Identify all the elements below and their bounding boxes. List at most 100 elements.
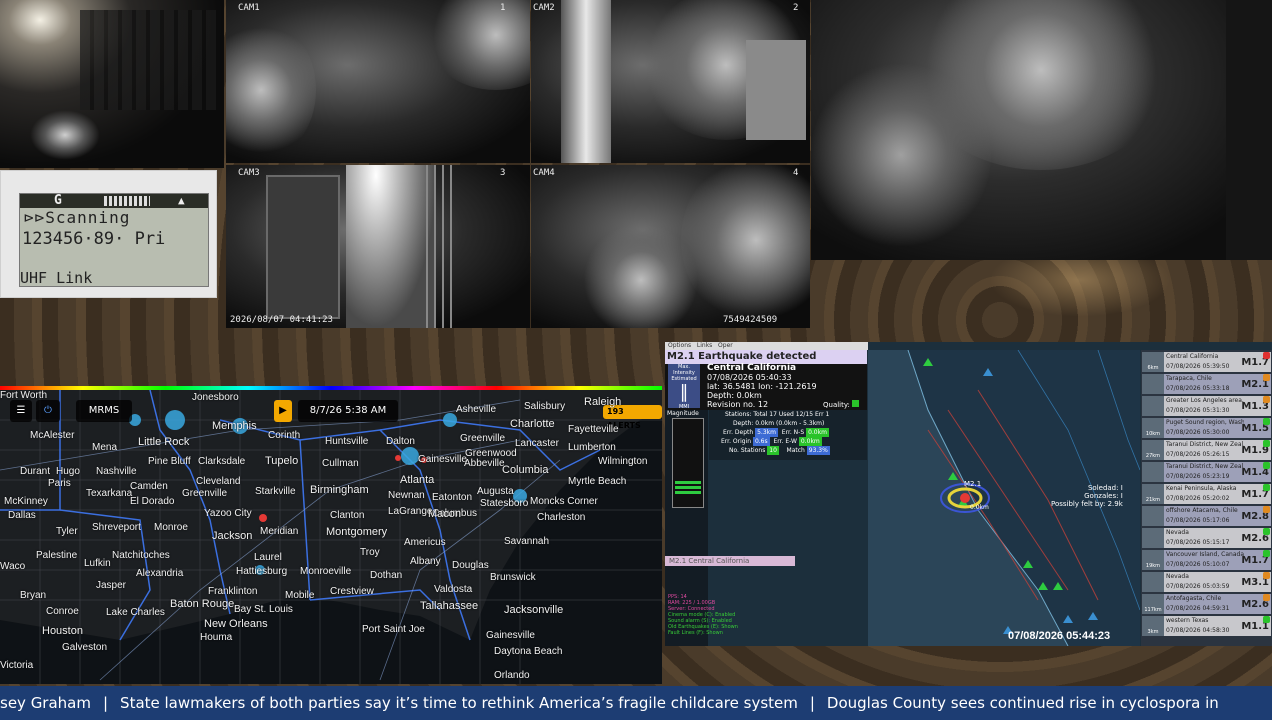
camera-1-view[interactable]: CAM1 1 (226, 0, 530, 163)
scanner-status: ⊳⊳Scanning (24, 208, 131, 227)
quake-list-item[interactable]: Tarapaca, Chile 07/08/2026 05:33:18 M2.1 (1142, 374, 1271, 394)
quake-name: Antofagasta, Chile (1166, 595, 1222, 602)
quake-list-item[interactable]: offshore Atacama, Chile 07/08/2026 05:17:… (1142, 506, 1271, 526)
intensity-badge (1263, 594, 1270, 601)
quake-list-item[interactable]: Greater Los Angeles area, ... 07/08/2026 … (1142, 396, 1271, 416)
depth-line: Depth: 0.0km (0.0km - 5.3km) (733, 420, 825, 427)
meter-bar (675, 486, 701, 489)
recent-quakes-list: 6km Central California 07/08/2026 05:39:50… (1141, 350, 1272, 646)
city-label: Moncks Corner (530, 496, 598, 507)
quake-distance: 27km (1145, 453, 1161, 459)
city-label: Myrtle Beach (568, 476, 627, 487)
city-label: Troy (360, 547, 380, 558)
weather-radar-map[interactable]: ☰ ⏻ MRMS ▶ 8/7/26 5:38 AM 193 ALERTS Jon… (0, 390, 662, 684)
city-label: Waco (0, 561, 26, 572)
quake-name: Taranui District, New Zeal... (1166, 441, 1244, 448)
camera-4-view[interactable]: CAM4 4 7549424509 (531, 165, 810, 328)
city-label: Brunswick (490, 572, 536, 583)
city-label: Bay St. Louis (234, 604, 293, 615)
city-label: Dallas (8, 510, 36, 521)
city-label: Meridian (260, 526, 299, 537)
quake-list-item[interactable]: 117km Antofagasta, Chile 07/08/2026 04:59:… (1142, 594, 1271, 614)
map-time: 07/08/2026 05:44:23 (1008, 630, 1111, 642)
product-selector[interactable]: MRMS (76, 400, 132, 422)
city-label: Charlotte (510, 418, 555, 430)
intensity-badge (1263, 462, 1270, 469)
quake-list-item[interactable]: 6km Central California 07/08/2026 05:39:50… (1142, 352, 1271, 372)
city-label: Little Rock (138, 436, 190, 448)
city-label: Fort Worth (0, 390, 48, 401)
quake-name: Nevada (1166, 529, 1189, 536)
city-label: El Dorado (130, 496, 175, 507)
quake-list-item[interactable]: Nevada 07/08/2026 05:15:17 M2.6 (1142, 528, 1271, 548)
city-label: Memphis (212, 420, 257, 432)
city-label: Cullman (322, 458, 359, 469)
city-label: Jacksonville (504, 604, 564, 616)
city-label: Statesboro (480, 498, 529, 509)
city-label: Daytona Beach (494, 646, 563, 657)
quake-date: 07/08/2026 04:58:30 (1166, 627, 1230, 634)
play-icon[interactable]: ▶ (274, 400, 292, 422)
menu-links[interactable]: Links (697, 342, 712, 349)
quake-date: 07/08/2026 05:26:15 (1166, 451, 1230, 458)
city-label: Valdosta (434, 584, 473, 595)
ticker-item: sey Graham (0, 694, 91, 712)
city-label: Albany (410, 556, 441, 567)
quake-list-item[interactable]: 10km Puget Sound region, Washi... 07/08/20… (1142, 418, 1271, 438)
quake-name: Puget Sound region, Washi... (1166, 419, 1244, 426)
city-label: Lancaster (515, 438, 559, 449)
quake-date: 07/08/2026 05:10:07 (1166, 561, 1230, 568)
quake-list-item[interactable]: 19km Vancouver Island, Canada r... 07/08/2… (1142, 550, 1271, 570)
quake-name: offshore Atacama, Chile (1166, 507, 1238, 514)
quake-list-item[interactable]: 27km Taranui District, New Zeal... 07/08/2… (1142, 440, 1271, 460)
err-ew-value: 0.0km (798, 437, 822, 446)
quake-date: 07/08/2026 05:03:59 (1166, 583, 1230, 590)
event-tag[interactable]: M2.1 Central California (665, 556, 795, 566)
camera-2-label: CAM2 (533, 3, 555, 13)
quake-list-item[interactable]: Nevada 07/08/2026 05:03:59 M3.1 (1142, 572, 1271, 592)
camera-1-number: 1 (500, 3, 506, 13)
quake-info-panel: Max. Intensity Estimated ∥ MMI Central C… (665, 364, 867, 410)
hallway-camera-view (0, 0, 224, 168)
quake-distance: 19km (1145, 563, 1161, 569)
city-label: New Orleans (204, 618, 268, 630)
power-icon[interactable]: ⏻ (36, 400, 60, 422)
city-label: Mena (92, 442, 118, 453)
city-label: Nashville (96, 466, 137, 477)
quake-date: 07/08/2026 04:59:31 (1166, 605, 1230, 612)
city-label: Columbia (502, 464, 549, 476)
city-label: Raleigh (584, 396, 622, 408)
camera-3-view[interactable]: CAM3 3 2026/08/07 04:41:23 (226, 165, 530, 328)
city-label: Abbeville (464, 458, 505, 469)
quake-depth: Depth: 0.0km (707, 391, 762, 400)
felt-line: Possibly felt by: 2.9k (1051, 500, 1123, 508)
camera-footer-id: 7549424509 (723, 315, 778, 325)
quake-row-icon: 117km (1142, 594, 1164, 614)
camera-2-view[interactable]: CAM2 2 (531, 0, 810, 163)
menu-icon[interactable]: ☰ (10, 400, 32, 422)
city-label: Jasper (96, 580, 127, 591)
quake-list-item[interactable]: 21km Kenai Peninsula, Alaska 07/08/2026 05… (1142, 484, 1271, 504)
scanner-channel: UHF Link (20, 269, 93, 287)
pause-icon[interactable]: ∥ (668, 382, 700, 404)
camera-1-label: CAM1 (238, 3, 260, 13)
city-label: Americus (404, 537, 446, 548)
meter-bar (675, 481, 701, 484)
quality-label: Quality: (823, 401, 850, 409)
quake-list-item[interactable]: Taranui District, New Zeal... 07/08/2026 … (1142, 462, 1271, 482)
city-label: Macon (428, 508, 462, 520)
city-label: Tyler (56, 526, 78, 537)
city-label: Clarksdale (198, 456, 246, 467)
menu-options[interactable]: Options (668, 342, 691, 349)
ticker-item: Douglas County sees continued rise in cy… (826, 694, 1219, 712)
city-label: Lumberton (568, 442, 616, 453)
menu-oper[interactable]: Oper (718, 342, 733, 349)
quake-list-item[interactable]: 3km western Texas 07/08/2026 04:58:30 M1.1 (1142, 616, 1271, 636)
mmi-label: Max. Intensity Estimated (671, 364, 697, 382)
camera-4-label: CAM4 (533, 168, 555, 178)
magnitude-meter (672, 418, 704, 508)
err-depth-label: Err. Depth (723, 429, 754, 436)
city-label: Dothan (370, 570, 403, 581)
product-label: MRMS (88, 405, 120, 416)
city-label: Starkville (255, 486, 296, 497)
